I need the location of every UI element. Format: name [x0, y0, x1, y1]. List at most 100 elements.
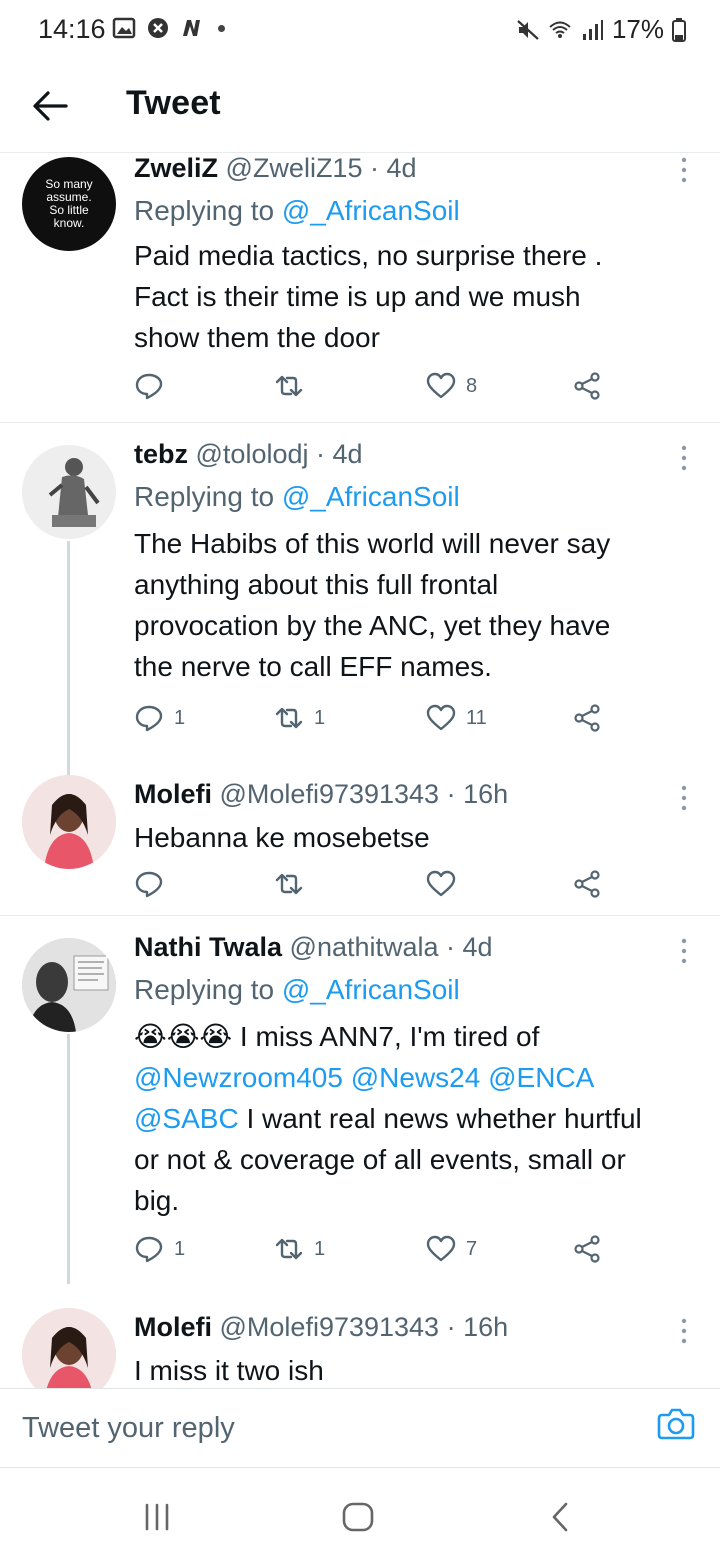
reply-icon: [135, 1236, 163, 1263]
share-button[interactable]: [572, 703, 602, 733]
shield-icon: [148, 18, 168, 38]
more-options-icon[interactable]: [672, 936, 696, 966]
more-options-icon[interactable]: [672, 783, 696, 813]
reply-button[interactable]: 1: [134, 1234, 185, 1264]
avatar-image: [22, 445, 116, 539]
mention-link[interactable]: @_AfricanSoil: [282, 195, 460, 226]
reply-feed: So many assume. So little know. ZweliZ @…: [0, 153, 720, 1388]
like-count: 11: [466, 706, 487, 729]
home-icon[interactable]: [338, 1500, 378, 1534]
recent-apps-icon[interactable]: [138, 1500, 178, 1534]
author-name[interactable]: Molefi: [134, 779, 212, 809]
news-app-icon: [183, 20, 200, 36]
reply-icon: [135, 705, 163, 732]
share-icon: [574, 372, 600, 400]
retweet-icon: [275, 375, 303, 397]
avatar[interactable]: [22, 775, 116, 869]
retweet-button[interactable]: [274, 869, 314, 899]
mention-link[interactable]: @News24: [351, 1062, 481, 1093]
more-options-icon[interactable]: [672, 1316, 696, 1346]
mention-link[interactable]: @_AfricanSoil: [282, 974, 460, 1005]
thread-line: [67, 1034, 70, 1284]
battery-icon: [672, 17, 686, 42]
tweet-actions: [134, 869, 614, 909]
mention-link[interactable]: @ENCA: [488, 1062, 594, 1093]
author-handle-time: @Molefi97391343 · 16h: [219, 1312, 509, 1342]
tweet-text: I miss it two ish: [134, 1355, 324, 1386]
reply-icon: [135, 871, 163, 898]
avatar-image: [22, 938, 116, 1032]
author-name[interactable]: Nathi Twala: [134, 932, 282, 962]
share-button[interactable]: [572, 1234, 602, 1264]
author-name[interactable]: tebz: [134, 439, 188, 469]
like-button[interactable]: 11: [426, 703, 487, 733]
page-title: Tweet: [126, 84, 221, 122]
like-button[interactable]: 8: [426, 371, 477, 401]
battery-percent: 17%: [611, 14, 664, 44]
tweet-text: Hebanna ke mosebetse: [134, 822, 430, 853]
back-nav-icon[interactable]: [540, 1500, 580, 1534]
retweet-count: 1: [314, 706, 326, 729]
tweet-actions: 1 1 11: [134, 703, 614, 743]
gallery-icon: [112, 17, 136, 39]
thread-line: [67, 541, 70, 776]
like-count: 7: [466, 1237, 478, 1260]
more-options-icon[interactable]: [672, 155, 696, 185]
retweet-icon: [275, 1238, 303, 1260]
share-button[interactable]: [572, 371, 602, 401]
tweet-reply-input[interactable]: [22, 1403, 622, 1453]
tweet-molefi-2[interactable]: Molefi @Molefi97391343 · 16h I miss it t…: [0, 1296, 720, 1388]
status-bar: 14:16 17%: [0, 0, 720, 60]
retweet-button[interactable]: [274, 371, 314, 401]
share-icon: [574, 704, 600, 732]
author-name[interactable]: ZweliZ: [134, 153, 218, 183]
like-button[interactable]: 7: [426, 1234, 477, 1264]
retweet-button[interactable]: 1: [274, 1234, 325, 1264]
notification-dot-icon: [218, 24, 225, 32]
crying-emoji: 😭😭😭: [134, 1021, 233, 1052]
camera-icon[interactable]: [656, 1403, 696, 1443]
reply-count: 1: [174, 706, 186, 729]
like-button[interactable]: [426, 869, 466, 899]
heart-icon: [426, 1235, 456, 1262]
avatar[interactable]: [22, 1308, 116, 1388]
author-handle-time: @Molefi97391343 · 16h: [219, 779, 509, 809]
back-arrow-icon[interactable]: [30, 88, 70, 124]
tweet-zweliz[interactable]: So many assume. So little know. ZweliZ @…: [0, 153, 720, 423]
retweet-button[interactable]: 1: [274, 703, 325, 733]
reply-count: 1: [174, 1237, 186, 1260]
replying-to: Replying to @_AfricanSoil: [134, 481, 460, 512]
tweet-molefi[interactable]: Molefi @Molefi97391343 · 16h Hebanna ke …: [0, 763, 720, 915]
system-nav-bar: [0, 1470, 720, 1560]
replying-to: Replying to @_AfricanSoil: [134, 974, 460, 1005]
retweet-icon: [275, 707, 303, 729]
share-icon: [574, 1235, 600, 1263]
more-options-icon[interactable]: [672, 443, 696, 473]
reply-button[interactable]: [134, 869, 174, 899]
author-name[interactable]: Molefi: [134, 1312, 212, 1342]
mention-link[interactable]: @_AfricanSoil: [282, 481, 460, 512]
avatar[interactable]: So many assume. So little know.: [22, 157, 116, 251]
heart-icon: [426, 704, 456, 731]
replying-to: Replying to @_AfricanSoil: [134, 195, 460, 226]
avatar-image: [22, 775, 116, 869]
reply-button[interactable]: [134, 371, 174, 401]
signal-icon: [582, 19, 603, 40]
reply-icon: [135, 373, 163, 400]
mention-link[interactable]: @Newzroom405: [134, 1062, 343, 1093]
avatar-text: know.: [53, 216, 85, 230]
tweet-text: 😭😭😭 I miss ANN7, I'm tired of @Newzroom4…: [134, 1021, 642, 1216]
reply-button[interactable]: 1: [134, 703, 185, 733]
tweet-actions: 8: [134, 371, 614, 411]
author-handle-time: @tololodj · 4d: [195, 439, 363, 469]
heart-icon: [426, 870, 456, 897]
mention-link[interactable]: @SABC: [134, 1103, 239, 1134]
retweet-icon: [275, 873, 303, 895]
tweet-tebz[interactable]: tebz @tololodj · 4d Replying to @_Africa…: [0, 423, 720, 776]
share-button[interactable]: [572, 869, 602, 899]
tweet-nathi-twala[interactable]: Nathi Twala @nathitwala · 4d Replying to…: [0, 916, 720, 1286]
avatar[interactable]: [22, 445, 116, 539]
tweet-text: The Habibs of this world will never say …: [134, 528, 611, 682]
avatar[interactable]: [22, 938, 116, 1032]
retweet-count: 1: [314, 1237, 326, 1260]
